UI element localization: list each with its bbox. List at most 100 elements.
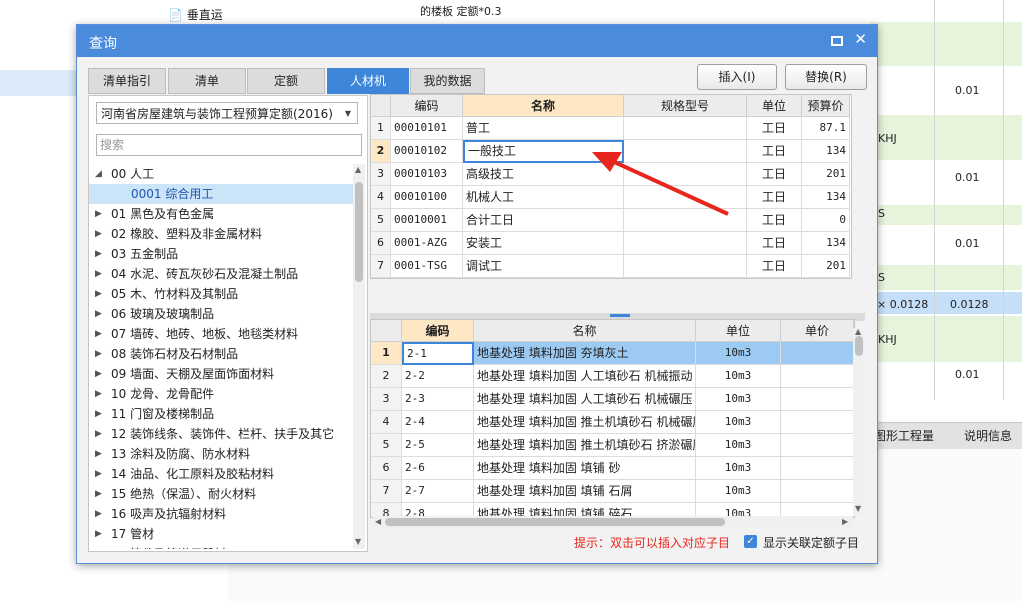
column-header[interactable]: 单位	[696, 320, 781, 342]
close-icon[interactable]: ✕	[854, 30, 867, 48]
grid-cell[interactable]: 工日	[747, 163, 802, 186]
grid-cell[interactable]: 00010101	[391, 117, 463, 140]
quota-library-select[interactable]: 河南省房屋建筑与装饰工程预算定额(2016) ▼	[96, 102, 358, 124]
tab-bill-guide[interactable]: 清单指引	[88, 68, 166, 94]
tab-labor-material-machine[interactable]: 人材机	[327, 68, 409, 94]
grid-cell[interactable]: 地基处理 填料加固 夯填灰土	[474, 342, 696, 365]
grid-cell[interactable]	[781, 480, 854, 503]
grid-cell[interactable]: 地基处理 填料加固 人工填砂石 机械振动	[474, 365, 696, 388]
collapsed-triangle-icon[interactable]: ▶	[95, 444, 102, 464]
grid-cell[interactable]: 00010100	[391, 186, 463, 209]
grid-cell[interactable]	[624, 255, 747, 278]
collapsed-triangle-icon[interactable]: ▶	[95, 384, 102, 404]
row-number[interactable]: 2	[371, 365, 402, 388]
collapsed-triangle-icon[interactable]: ▶	[95, 544, 102, 549]
tab-bill[interactable]: 清单	[168, 68, 246, 94]
collapsed-triangle-icon[interactable]: ▶	[95, 204, 102, 224]
grid-cell[interactable]: 地基处理 填料加固 推土机填砂石 挤淤碾压	[474, 434, 696, 457]
grid-cell[interactable]	[624, 186, 747, 209]
grid-cell[interactable]	[781, 457, 854, 480]
grid-cell[interactable]	[624, 163, 747, 186]
tree-item[interactable]: ▶ 06 玻璃及玻璃制品	[89, 304, 353, 324]
maximize-icon[interactable]	[829, 33, 843, 47]
replace-button[interactable]: 替换(R)	[785, 64, 867, 90]
tree-item[interactable]: ▶ 03 五金制品	[89, 244, 353, 264]
grid-cell[interactable]: 10m3	[696, 457, 781, 480]
tree-item[interactable]: ▶ 15 绝热（保温）、耐火材料	[89, 484, 353, 504]
search-input[interactable]: 搜索	[96, 134, 362, 156]
tree-scrollbar[interactable]: ▲ ▼	[353, 164, 365, 549]
scroll-right-icon[interactable]: ▶	[842, 517, 848, 526]
grid-cell[interactable]: 一般技工	[463, 140, 624, 163]
grid-cell[interactable]: 机械人工	[463, 186, 624, 209]
dialog-titlebar[interactable]: 查询 ✕	[77, 25, 877, 57]
app-left-selected-row[interactable]	[0, 70, 78, 96]
grid-cell[interactable]	[781, 411, 854, 434]
grid-cell[interactable]: 00010103	[391, 163, 463, 186]
grid-cell[interactable]: 0001-AZG	[391, 232, 463, 255]
tree-item[interactable]: 0001 综合用工	[89, 184, 353, 204]
grid-cell[interactable]: 2-6	[402, 457, 474, 480]
tab-my-data[interactable]: 我的数据	[410, 68, 485, 94]
grid-cell[interactable]: 10m3	[696, 480, 781, 503]
grid-cell[interactable]: 2-2	[402, 365, 474, 388]
grid-cell[interactable]	[781, 365, 854, 388]
quota-grid-hscrollbar[interactable]: ◀ ▶	[373, 516, 853, 528]
grid-cell[interactable]: 134	[802, 232, 850, 255]
tree-item[interactable]: ▶ 16 吸声及抗辐射材料	[89, 504, 353, 524]
tree-item[interactable]: ▶ 07 墙砖、地砖、地板、地毯类材料	[89, 324, 353, 344]
grid-cell[interactable]: 安装工	[463, 232, 624, 255]
column-header[interactable]: 规格型号	[624, 95, 747, 117]
grid-cell[interactable]: 2-4	[402, 411, 474, 434]
grid-cell[interactable]: 10m3	[696, 388, 781, 411]
column-header[interactable]: 编码	[391, 95, 463, 117]
grid-cell[interactable]: 地基处理 填料加固 填铺 石屑	[474, 480, 696, 503]
tree-scroll-thumb[interactable]	[355, 182, 363, 282]
grid-cell[interactable]: 地基处理 填料加固 填铺 砂	[474, 457, 696, 480]
grid-cell[interactable]	[781, 342, 854, 365]
tree-item[interactable]: ▶ 14 油品、化工原料及胶粘材料	[89, 464, 353, 484]
collapsed-triangle-icon[interactable]: ▶	[95, 364, 102, 384]
row-number[interactable]: 4	[371, 411, 402, 434]
row-number[interactable]: 5	[371, 209, 391, 232]
grid-cell[interactable]: 87.1	[802, 117, 850, 140]
row-number[interactable]: 7	[371, 480, 402, 503]
grid-cell[interactable]: 2-5	[402, 434, 474, 457]
row-number[interactable]: 6	[371, 457, 402, 480]
scroll-up-icon[interactable]: ▲	[855, 327, 861, 336]
column-header[interactable]: 单价	[781, 320, 854, 342]
row-number[interactable]: 1	[371, 342, 402, 365]
row-number[interactable]: 3	[371, 163, 391, 186]
collapsed-triangle-icon[interactable]: ▶	[95, 224, 102, 244]
grid-cell[interactable]	[624, 140, 747, 163]
tree-item[interactable]: ▶ 18 管件及管道用器材	[89, 544, 353, 549]
collapsed-triangle-icon[interactable]: ▶	[95, 304, 102, 324]
tree-item[interactable]: ▶ 04 水泥、砖瓦灰砂石及混凝土制品	[89, 264, 353, 284]
tree-item[interactable]: ▶ 01 黑色及有色金属	[89, 204, 353, 224]
column-header[interactable]: 单位	[747, 95, 802, 117]
grid-cell[interactable]: 工日	[747, 209, 802, 232]
grid-cell[interactable]: 134	[802, 140, 850, 163]
tree-item[interactable]: ▶ 13 涂料及防腐、防水材料	[89, 444, 353, 464]
grid-cell[interactable]: 工日	[747, 232, 802, 255]
grid-cell[interactable]: 合计工日	[463, 209, 624, 232]
collapsed-triangle-icon[interactable]: ▶	[95, 504, 102, 524]
scroll-down-icon[interactable]: ▼	[855, 504, 861, 513]
collapsed-triangle-icon[interactable]: ▶	[95, 484, 102, 504]
grid-cell[interactable]	[624, 232, 747, 255]
tree-item[interactable]: ▶ 08 装饰石材及石材制品	[89, 344, 353, 364]
collapsed-triangle-icon[interactable]: ▶	[95, 324, 102, 344]
grid-cell[interactable]: 普工	[463, 117, 624, 140]
collapsed-triangle-icon[interactable]: ▶	[95, 244, 102, 264]
grid-cell[interactable]: 10m3	[696, 434, 781, 457]
collapsed-triangle-icon[interactable]: ▶	[95, 524, 102, 544]
grid-cell[interactable]	[624, 117, 747, 140]
column-header[interactable]: 编码	[402, 320, 474, 342]
scroll-left-icon[interactable]: ◀	[375, 517, 381, 526]
row-number[interactable]: 5	[371, 434, 402, 457]
quota-grid-vscrollbar[interactable]: ▲ ▼	[853, 327, 865, 516]
grid-cell[interactable]: 2-1	[402, 342, 474, 365]
collapsed-triangle-icon[interactable]: ▶	[95, 404, 102, 424]
row-number[interactable]: 3	[371, 388, 402, 411]
collapsed-triangle-icon[interactable]: ▶	[95, 264, 102, 284]
